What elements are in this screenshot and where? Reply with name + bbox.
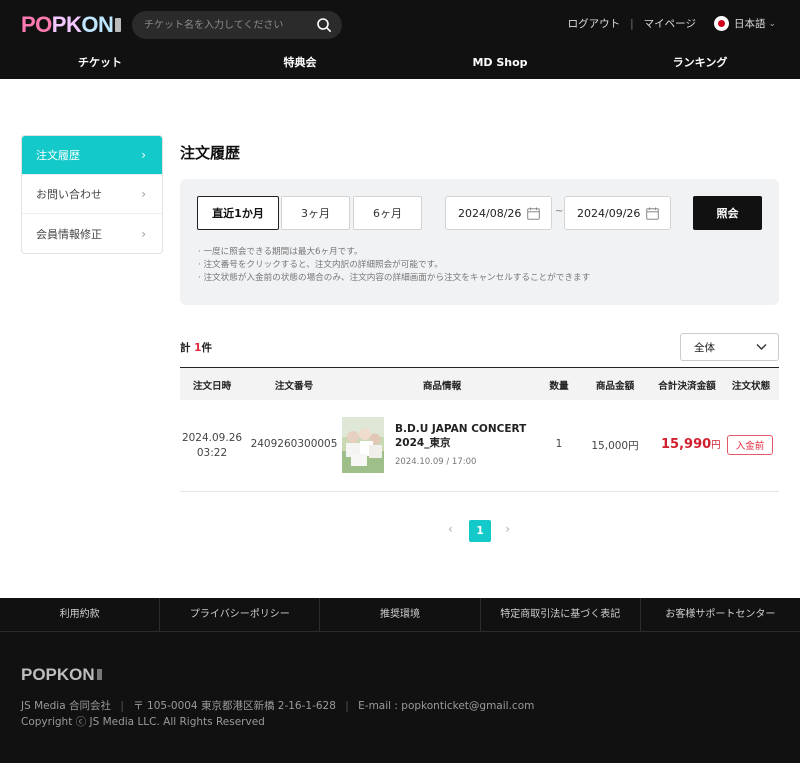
period-6months-button[interactable]: 6ヶ月 [353,196,422,230]
top-links: ログアウト | マイページ 日本語 ⌄ [568,16,776,31]
footer-link-support[interactable]: お客様サポートセンター [641,598,800,631]
sidebar-item-inquiry[interactable]: お問い合わせ › [22,175,162,214]
total-amount-value: 15,990円 [661,437,721,452]
chevron-right-icon: › [141,148,146,162]
pagination: ‹ 1 › [448,520,512,542]
date-range-separator: ~ [555,206,564,217]
table-header: 注文日時 注文番号 商品情報 数量 商品金額 合計決済金額 注文状態 [180,367,779,400]
sidebar-item-label: 会員情報修正 [36,227,102,241]
period-3months-button[interactable]: 3ヶ月 [281,196,350,230]
chevron-right-icon: › [141,187,146,201]
sidebar-item-label: お問い合わせ [36,188,102,201]
language-label: 日本語 [733,18,766,30]
chevron-right-icon: › [141,226,146,241]
page-title: 注文履歴 [180,144,241,162]
top-link-separator: | [630,17,634,30]
col-order-number: 注文番号 [274,381,314,392]
site-footer: POPKON JS Media 合同会社 | 〒 105-0004 東京都港区新… [0,632,800,763]
footer-logo: POPKON [21,665,102,685]
period-1month-button[interactable]: 直近1か月 [197,196,279,230]
col-total-amount: 合計決済金額 [658,381,716,392]
query-button[interactable]: 照会 [693,196,762,230]
page-button-current[interactable]: 1 [469,520,491,542]
product-thumbnail-image [342,417,384,473]
product-name[interactable]: B.D.U JAPAN CONCERT 2024_東京 [395,422,526,450]
product-price-value: 15,000円 [591,440,639,452]
mypage-sidebar: 注文履歴 › お問い合わせ › 会員情報修正 › [21,135,163,254]
nav-ranking[interactable]: ランキング [600,52,800,74]
nav-bonus-events[interactable]: 特典会 [200,52,400,74]
note-line: · 注文番号をクリックすると、注文内訳の詳細照会が可能です。 [198,260,443,270]
col-order-status: 注文状態 [731,381,771,392]
note-line: · 一度に照会できる期間は最大6ヶ月です。 [198,247,363,257]
footer-link-privacy[interactable]: プライバシーポリシー [160,598,321,631]
date-to-field[interactable]: 2024/09/26 [564,196,671,230]
col-product-info: 商品情報 [422,381,462,392]
total-count: 計 1件 [180,342,212,354]
mypage-link[interactable]: マイページ [644,16,696,31]
prev-page-button[interactable]: ‹ [448,522,453,536]
footer-link-environment[interactable]: 推奨環境 [320,598,481,631]
quantity-value: 1 [555,438,563,450]
chevron-down-icon: ⌄ [768,18,776,29]
product-thumbnail[interactable] [342,417,384,473]
date-from-value: 2024/08/26 [458,206,522,220]
date-from-field[interactable]: 2024/08/26 [445,196,552,230]
search-icon[interactable] [316,17,332,33]
footer-link-commerce-law[interactable]: 特定商取引法に基づく表記 [481,598,641,631]
logout-link[interactable]: ログアウト [568,16,621,31]
main-nav: チケット 特典会 MD Shop ランキング [0,52,800,74]
company-address: 〒 105-0004 東京都港区新橋 2-16-1-628 [133,700,336,712]
company-email: E-mail : popkonticket@gmail.com [358,700,535,712]
japan-flag-icon [713,16,729,31]
search-input[interactable] [144,17,314,33]
col-order-datetime: 注文日時 [192,381,232,392]
search-bar [132,11,342,39]
next-page-button[interactable]: › [505,522,510,536]
event-datetime: 2024.10.09 / 17:00 [395,457,477,467]
order-datetime: 2024.09.26 03:22 [181,432,243,459]
calendar-icon [646,207,659,220]
nav-tickets[interactable]: チケット [0,52,200,74]
status-filter-value: 全体 [694,341,715,354]
col-product-price: 商品金額 [595,381,635,392]
footer-nav: 利用約款 プライバシーポリシー 推奨環境 特定商取引法に基づく表記 お客様サポー… [0,598,800,632]
sidebar-item-member-info[interactable]: 会員情報修正 › [22,214,162,253]
company-info: JS Media 合同会社 | 〒 105-0004 東京都港区新橋 2-16-… [21,700,535,728]
popkon-logo[interactable]: PO PK ON [21,12,122,37]
language-selector[interactable]: 日本語 ⌄ [713,16,776,31]
status-badge: 入金前 [727,435,773,455]
chevron-down-icon [756,344,767,350]
table-row: 2024.09.26 03:22 2409260300005 B.D.U JAP… [180,400,779,492]
order-number-link[interactable]: 2409260300005 [251,438,338,450]
search-filter-panel: 直近1か月 3ヶ月 6ヶ月 2024/08/26 ~ 2024/09/26 照会… [180,179,779,305]
company-name: JS Media 合同会社 [21,700,111,712]
footer-link-terms[interactable]: 利用約款 [0,598,161,631]
status-filter-select[interactable]: 全体 [680,333,779,361]
site-header: POPKON ログアウト | マイページ 日本語 ⌄ チケット 特典会 MD S… [0,0,800,79]
sidebar-item-order-history[interactable]: 注文履歴 › [22,136,162,175]
filter-notes: · 一度に照会できる期間は最大6ヶ月です。 · 注文番号をクリックすると、注文内… [198,246,590,285]
note-line: · 注文状態が入金前の状態の場合のみ、注文内容の詳細画面から注文をキャンセルする… [198,273,591,283]
col-quantity: 数量 [549,381,569,392]
sidebar-item-label: 注文履歴 [36,149,80,162]
nav-md-shop[interactable]: MD Shop [400,52,600,74]
calendar-icon [527,207,540,220]
copyright: Copyright ⓒ JS Media LLC. All Rights Res… [21,716,265,728]
date-to-value: 2024/09/26 [577,206,641,220]
